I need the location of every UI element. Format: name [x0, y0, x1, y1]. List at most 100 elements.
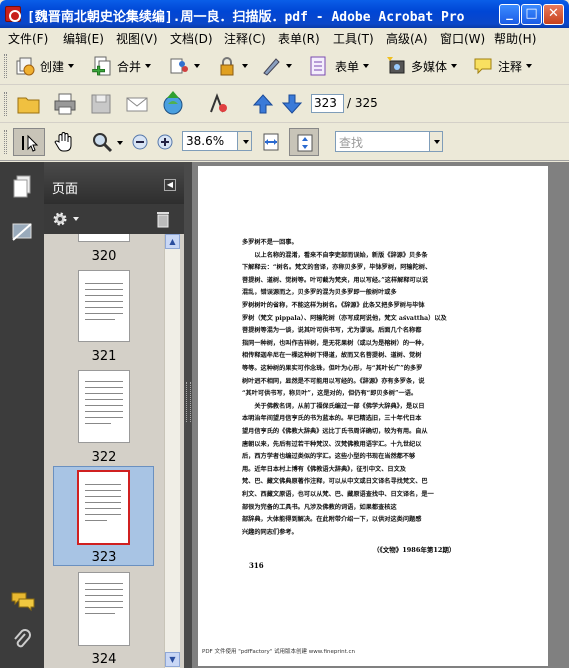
zoom-in-icon[interactable]: [157, 134, 173, 150]
chevron-down-icon: [242, 64, 248, 68]
attachments-panel-icon[interactable]: [11, 628, 33, 652]
hand-tool-icon[interactable]: [53, 130, 77, 154]
multimedia-label: 多媒体: [411, 59, 448, 74]
chevron-down-icon: [434, 140, 440, 144]
forms-label: 表单: [335, 59, 360, 74]
menu-file[interactable]: 文件(F): [8, 30, 48, 47]
menu-window[interactable]: 窗口(W): [440, 30, 485, 47]
minimize-button[interactable]: _: [499, 4, 520, 25]
multimedia-icon: [387, 57, 405, 74]
document-text-line: 菩提树等混为一谈，说其叶可供书写，尤为谬误。后面几个名称都: [242, 327, 422, 335]
next-page-icon[interactable]: [281, 92, 303, 116]
menu-edit[interactable]: 编辑(E): [63, 30, 104, 47]
page-number-input[interactable]: 323: [311, 94, 344, 113]
chevron-down-icon: [145, 64, 152, 68]
menu-form[interactable]: 表单(R): [278, 30, 320, 47]
document-text-line: 部很为完备的工具书。凡涉及佛教的词语，如果都查核这: [242, 503, 397, 511]
collaborate-button[interactable]: [168, 55, 200, 77]
comment-label: 注释: [498, 59, 523, 74]
document-text-line: 下解释云：“树名。梵文的音译，亦称贝多罗，毕钵罗树，阿输陀树、: [242, 264, 432, 272]
collapse-panel-icon[interactable]: ◀: [164, 179, 176, 191]
combine-button[interactable]: 合并: [91, 55, 152, 77]
collaborate-icon: [170, 58, 188, 74]
chevron-down-icon: [526, 64, 533, 68]
lock-icon: [220, 57, 234, 76]
page-thumbnail[interactable]: [78, 572, 130, 646]
title-bar: [魏晋南北朝史论集续编].周一良．扫描版．pdf - Adobe Acrobat…: [0, 0, 569, 28]
maximize-button[interactable]: □: [521, 4, 542, 25]
combine-files-icon: [92, 56, 111, 76]
zoom-marquee-icon[interactable]: [90, 130, 114, 154]
menu-comment[interactable]: 注释(C): [224, 30, 266, 47]
secure-button[interactable]: [216, 55, 248, 77]
scroll-down-icon[interactable]: ▼: [165, 652, 180, 667]
sign-button[interactable]: [260, 55, 292, 77]
save-icon[interactable]: [89, 92, 113, 116]
ocr-text-icon[interactable]: [207, 92, 231, 116]
document-text-line: “其叶可供书写，称贝叶”，这是对的，但仍有“即贝多树”一语。: [242, 390, 418, 398]
menu-bar: 文件(F) 编辑(E) 视图(V) 文档(D) 注释(C) 表单(R) 工具(T…: [0, 28, 569, 47]
document-text-line: 相传释迦牟尼在一棵这种树下得道，故而又名菩提树、道树、觉树: [242, 352, 422, 360]
pages-panel: 页面 ◀ 320 321 322 323 324 ▲ ▼: [44, 162, 184, 668]
close-button[interactable]: ✕: [543, 4, 564, 25]
pages-panel-title: 页面: [52, 182, 79, 197]
panel-splitter[interactable]: [184, 162, 192, 668]
open-folder-icon[interactable]: [16, 92, 42, 116]
signatures-panel-icon[interactable]: [10, 220, 34, 244]
previous-page-icon[interactable]: [252, 92, 274, 116]
options-gear-icon[interactable]: [52, 211, 68, 227]
toolbar-grip[interactable]: [4, 130, 7, 154]
email-icon[interactable]: [125, 92, 149, 116]
select-tool-button[interactable]: [13, 128, 45, 156]
menu-view[interactable]: 视图(V): [116, 30, 158, 47]
menu-tools[interactable]: 工具(T): [333, 30, 374, 47]
document-text-line: 后，西方学者也编过类似的字汇。这些小型的书现在当然都不够: [242, 453, 416, 461]
toolbar-grip[interactable]: [4, 92, 7, 116]
article-source: （《文物》1986年第12期）: [373, 546, 456, 554]
find-input[interactable]: 查找: [335, 131, 430, 152]
page-thumbnail-selected[interactable]: [77, 470, 130, 545]
chevron-down-icon[interactable]: [73, 217, 79, 221]
document-text-line: 菩提树、道树、觉树等。叶可截为梵夹，用以写经。”这样解释可以说: [242, 276, 429, 284]
forms-button[interactable]: 表单: [307, 55, 370, 77]
comments-panel-icon[interactable]: [10, 590, 36, 612]
chevron-down-icon: [363, 64, 370, 68]
pages-panel-icon[interactable]: [11, 174, 33, 200]
menu-help[interactable]: 帮助(H): [494, 30, 536, 47]
acrobat-app-icon[interactable]: [5, 6, 21, 22]
chevron-down-icon[interactable]: [117, 141, 123, 145]
page-thumbnail-label: 324: [91, 652, 117, 667]
menu-document[interactable]: 文档(D): [170, 30, 213, 47]
comment-button[interactable]: 注释: [472, 55, 533, 77]
pdffactory-footer: PDF 文件使用 "pdfFactory" 试用版本创建 www.finepri…: [202, 649, 356, 655]
fit-page-icon: [297, 134, 313, 152]
window-title: [魏晋南北朝史论集续编].周一良．扫描版．pdf - Adobe Acrobat…: [27, 10, 465, 25]
toolbar-file-nav: [0, 85, 569, 123]
upload-globe-icon[interactable]: [160, 90, 186, 116]
zoom-level-input[interactable]: 38.6%: [182, 131, 238, 151]
create-button[interactable]: 创建: [14, 55, 75, 77]
chevron-down-icon: [68, 64, 75, 68]
print-icon[interactable]: [53, 92, 77, 116]
document-text-line: 本明治年间望月信亨氏的书为蓝本的。早已精选旧，三十年代日本: [242, 415, 422, 423]
document-scrollbar[interactable]: [554, 162, 569, 668]
create-pdf-icon: [16, 57, 35, 76]
thumbnails-scrollbar[interactable]: ▲ ▼: [164, 234, 180, 668]
scroll-up-icon[interactable]: ▲: [165, 234, 180, 249]
page-thumbnail-label: 323: [91, 550, 117, 565]
menu-advanced[interactable]: 高级(A): [386, 30, 428, 47]
page-thumbnail[interactable]: [78, 370, 130, 443]
trash-icon[interactable]: [155, 210, 171, 228]
multimedia-button[interactable]: 多媒体: [385, 55, 458, 77]
zoom-out-icon[interactable]: [132, 134, 148, 150]
fit-page-button[interactable]: [289, 128, 319, 156]
document-text-line: 罗树（梵文 pippala）、阿输陀树（亦写成阿说他，梵文 aśvattha）以…: [242, 314, 447, 322]
comment-bubble-icon: [474, 58, 492, 75]
fit-width-icon[interactable]: [260, 131, 282, 153]
page-thumbnail[interactable]: [78, 234, 130, 242]
page-thumbnail[interactable]: [78, 270, 130, 342]
document-text-line: 梵、巴、藏文佛典原著作注释，可以从中文或日文译名寻找梵文、巴: [242, 478, 428, 486]
find-dropdown[interactable]: [430, 131, 443, 152]
toolbar-grip[interactable]: [4, 54, 7, 78]
zoom-dropdown[interactable]: [238, 131, 252, 151]
